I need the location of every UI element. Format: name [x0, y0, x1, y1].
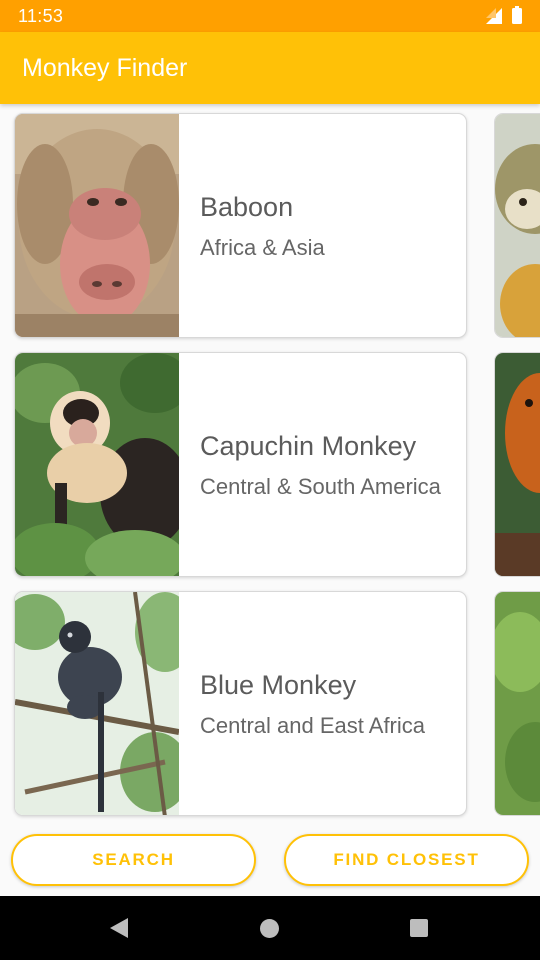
monkey-name: Capuchin Monkey: [200, 430, 417, 461]
screen: 11:53 Monkey Finder Baboon Africa & Asia…: [0, 0, 540, 960]
nav-bar: [0, 896, 540, 960]
monkey-card[interactable]: Capuchin Monkey Central & South America: [14, 352, 467, 577]
peek-card[interactable]: [494, 352, 540, 577]
home-icon[interactable]: [260, 919, 279, 938]
monkey-card-text: Blue Monkey Central and East Africa: [179, 592, 466, 815]
find-closest-button[interactable]: FIND CLOSEST: [284, 834, 529, 886]
baboon-photo: [15, 114, 179, 337]
battery-icon: [512, 6, 522, 24]
monkey-card[interactable]: Baboon Africa & Asia: [14, 113, 467, 338]
recents-icon[interactable]: [410, 919, 428, 937]
peek-card[interactable]: [494, 113, 540, 338]
monkey-card-text: Capuchin Monkey Central & South America: [179, 353, 466, 576]
monkey-location: Africa & Asia: [200, 234, 325, 260]
monkey-location: Central and East Africa: [200, 712, 426, 738]
monkey-list[interactable]: Baboon Africa & Asia Capuchin Monkey Cen…: [0, 104, 540, 824]
app-bar: Monkey Finder: [0, 32, 540, 104]
status-icons: [486, 6, 522, 24]
app-title: Monkey Finder: [22, 53, 188, 82]
status-bar: 11:53: [0, 0, 540, 32]
search-button[interactable]: SEARCH: [11, 834, 256, 886]
monkey-name: Blue Monkey: [200, 669, 357, 700]
monkey-card[interactable]: Blue Monkey Central and East Africa: [14, 591, 467, 816]
status-time: 11:53: [18, 5, 64, 26]
monkey-card-text: Baboon Africa & Asia: [179, 114, 466, 337]
monkey-name: Baboon: [200, 191, 294, 222]
blue-monkey-photo: [15, 592, 179, 815]
capuchin-photo: [15, 353, 179, 576]
peek-card[interactable]: [494, 591, 540, 816]
monkey-location: Central & South America: [200, 473, 441, 499]
back-icon[interactable]: [110, 918, 128, 938]
signal-icon: [486, 8, 502, 24]
